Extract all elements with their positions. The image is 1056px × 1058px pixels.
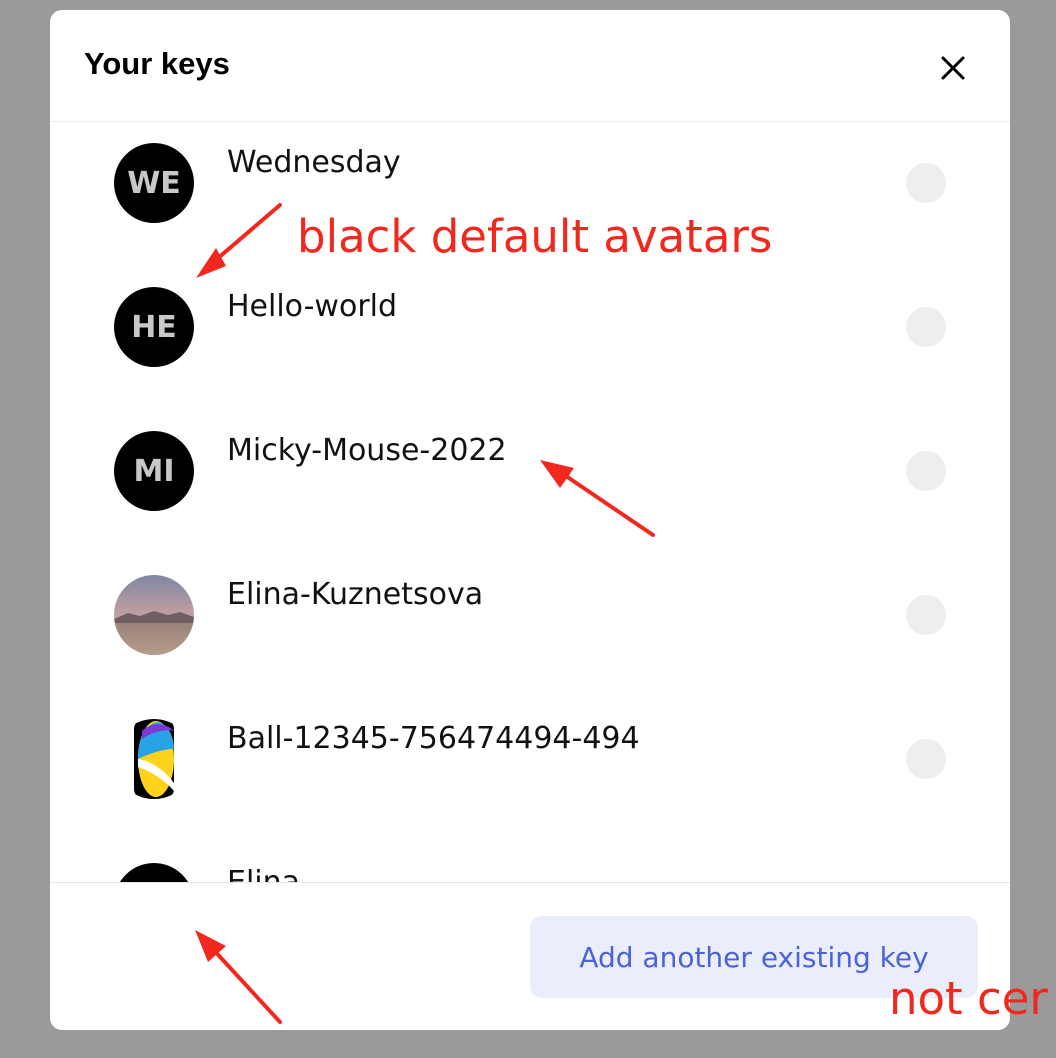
footer-divider	[50, 882, 1010, 883]
key-row[interactable]: Elina-Kuznetsova	[50, 563, 1010, 663]
keys-modal: Your keys WE Wednesday HE Hello-world MI…	[50, 10, 1010, 1030]
close-icon	[941, 56, 965, 80]
key-name: Elina	[227, 865, 301, 883]
avatar-initials: WE	[127, 165, 181, 201]
annotation-label: not cer	[889, 972, 1048, 1025]
annotation-label-cut	[889, 1040, 1056, 1058]
key-row[interactable]: MI Micky-Mouse-2022	[50, 419, 1010, 519]
avatar-initials: EL	[114, 863, 194, 883]
key-radio[interactable]	[906, 739, 946, 779]
landscape-photo-icon	[114, 575, 194, 655]
key-row[interactable]: EL Elina	[50, 851, 1010, 883]
close-button[interactable]	[933, 48, 973, 88]
avatar: WE	[114, 143, 194, 223]
avatar: EL	[114, 863, 194, 883]
beach-ball-icon	[134, 719, 194, 799]
key-name: Ball-12345-756474494-494	[227, 721, 640, 756]
key-row[interactable]: HE Hello-world	[50, 275, 1010, 375]
key-name: Micky-Mouse-2022	[227, 433, 507, 468]
key-radio[interactable]	[906, 307, 946, 347]
key-name: Hello-world	[227, 289, 398, 324]
annotation-label: black default avatars	[297, 210, 773, 263]
modal-header: Your keys	[50, 10, 1010, 122]
avatar-initials: MI	[133, 453, 175, 489]
key-radio[interactable]	[906, 595, 946, 635]
key-radio[interactable]	[906, 163, 946, 203]
landscape-photo-icon	[114, 575, 194, 655]
key-name: Elina-Kuznetsova	[227, 577, 484, 612]
modal-title: Your keys	[84, 46, 230, 81]
key-row[interactable]: Ball-12345-756474494-494	[50, 707, 1010, 807]
key-name: Wednesday	[227, 145, 401, 180]
avatar: HE	[114, 287, 194, 367]
avatar-initials: HE	[131, 309, 177, 345]
avatar: MI	[114, 431, 194, 511]
beach-ball-icon	[114, 719, 194, 799]
key-radio[interactable]	[906, 451, 946, 491]
